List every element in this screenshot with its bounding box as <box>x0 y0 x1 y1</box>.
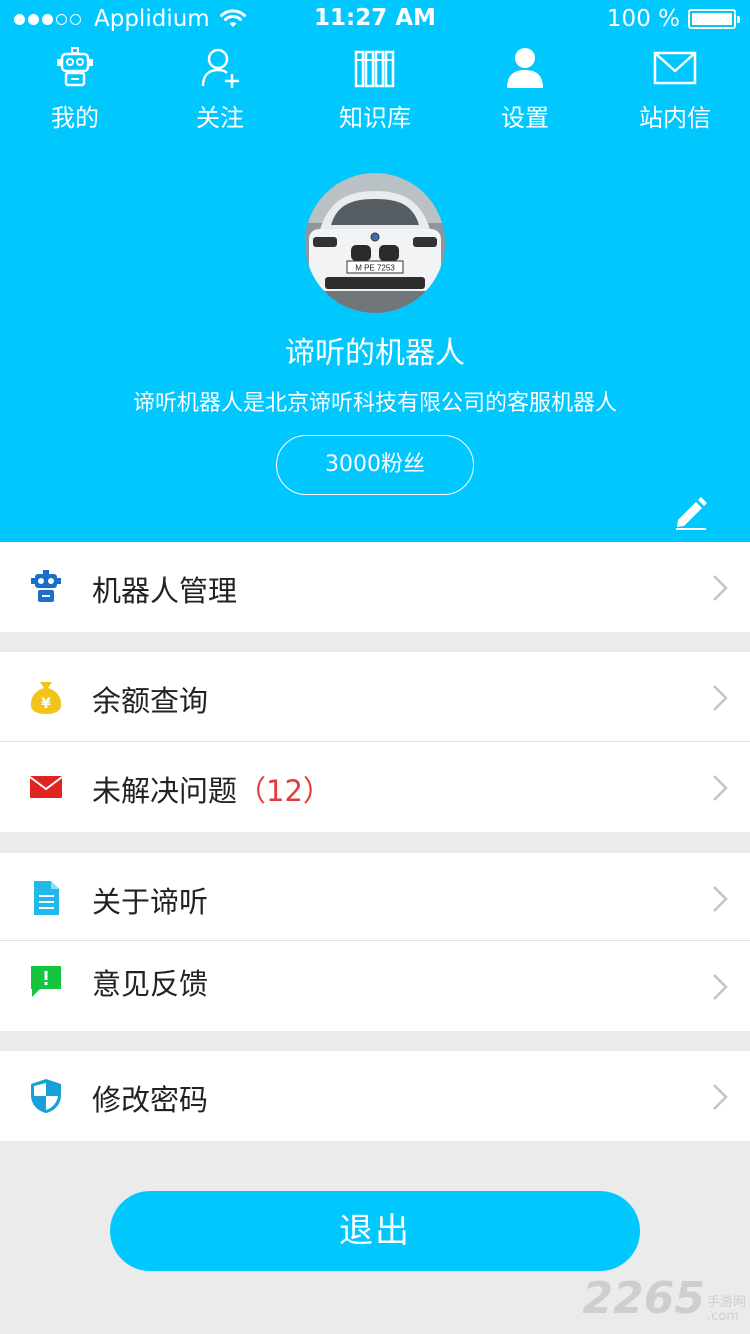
chevron-right-icon <box>713 974 728 1000</box>
nav-item-inbox[interactable]: 站内信 <box>615 46 735 132</box>
robot-icon <box>57 47 93 87</box>
edit-pencil-icon[interactable] <box>672 494 710 530</box>
profile-header: Applidium 11:27 AM 100 % 我的 关注 知识库 设置 站内… <box>0 0 750 542</box>
status-right: 100 % <box>606 6 740 32</box>
menu-item-robot-management[interactable]: 机器人管理 <box>0 542 750 632</box>
menu-label: 关于谛听 <box>92 885 209 919</box>
menu-label: 机器人管理 <box>92 574 238 608</box>
watermark-side: 手游网 .com <box>707 1296 746 1324</box>
fans-button[interactable]: 3000粉丝 <box>276 435 474 495</box>
add-user-icon <box>201 48 239 88</box>
watermark-site-en: .com <box>706 1309 739 1324</box>
avatar[interactable]: M PE 7253 <box>305 173 445 313</box>
menu-group-robot: 机器人管理 <box>0 542 750 632</box>
menu-label: 修改密码 <box>92 1083 209 1117</box>
document-icon <box>34 881 59 915</box>
logout-button[interactable]: 退出 <box>110 1191 640 1271</box>
menu-item-change-password[interactable]: 修改密码 <box>0 1051 750 1141</box>
menu-item-balance[interactable]: ¥ 余额查询 <box>0 652 750 742</box>
menu-group-info: 关于谛听 意见反馈 <box>0 853 750 1031</box>
chevron-right-icon <box>713 886 728 912</box>
watermark-site-cn: 手游网 <box>706 1295 746 1310</box>
battery-percent: 100 % <box>606 6 680 32</box>
nav-label: 设置 <box>501 104 549 132</box>
menu-item-unresolved-issues[interactable]: 未解决问题（12） <box>0 742 750 832</box>
person-icon <box>507 48 543 88</box>
nav-label: 知识库 <box>339 104 411 132</box>
car-photo: M PE 7253 <box>305 173 445 313</box>
nav-item-mine[interactable]: 我的 <box>15 46 135 132</box>
license-plate: M PE 7253 <box>355 264 395 273</box>
menu-label: 余额查询 <box>92 684 209 718</box>
chevron-right-icon <box>713 1084 728 1110</box>
status-bar: Applidium 11:27 AM 100 % <box>0 0 750 40</box>
chevron-right-icon <box>713 685 728 711</box>
money-bag-icon: ¥ <box>30 682 62 714</box>
top-nav: 我的 关注 知识库 设置 站内信 <box>0 46 750 132</box>
nav-label: 关注 <box>196 104 244 132</box>
mail-icon <box>29 776 63 798</box>
feedback-icon <box>31 966 61 997</box>
chevron-right-icon <box>713 575 728 601</box>
shield-icon <box>31 1079 61 1113</box>
robot-icon <box>31 570 61 602</box>
nav-item-follow[interactable]: 关注 <box>160 46 280 132</box>
menu-group-finance: ¥ 余额查询 未解决问题（12） <box>0 652 750 832</box>
menu-label: 意见反馈 <box>92 967 209 1001</box>
menu-item-feedback[interactable]: 意见反馈 <box>0 941 750 1031</box>
nav-label: 我的 <box>51 104 99 132</box>
menu-group-security: 修改密码 <box>0 1051 750 1141</box>
menu-label: 未解决问题（12） <box>92 768 332 810</box>
nav-label: 站内信 <box>639 104 711 132</box>
nav-item-settings[interactable]: 设置 <box>465 46 585 132</box>
menu-item-about[interactable]: 关于谛听 <box>0 853 750 941</box>
profile-description: 谛听机器人是北京谛听科技有限公司的客服机器人 <box>132 391 617 416</box>
nav-item-knowledge[interactable]: 知识库 <box>315 46 435 132</box>
battery-icon <box>688 9 740 29</box>
mail-icon <box>653 51 697 85</box>
profile-name: 谛听的机器人 <box>285 336 465 371</box>
svg-text:¥: ¥ <box>41 696 51 712</box>
chevron-right-icon <box>713 775 728 801</box>
watermark-number: 2265 <box>582 1273 705 1324</box>
menu-label-text: 未解决问题 <box>92 774 238 808</box>
books-icon <box>354 50 395 88</box>
unresolved-count-badge: （12） <box>237 774 332 808</box>
watermark-logo: 2265 手游网 .com <box>583 1273 746 1324</box>
